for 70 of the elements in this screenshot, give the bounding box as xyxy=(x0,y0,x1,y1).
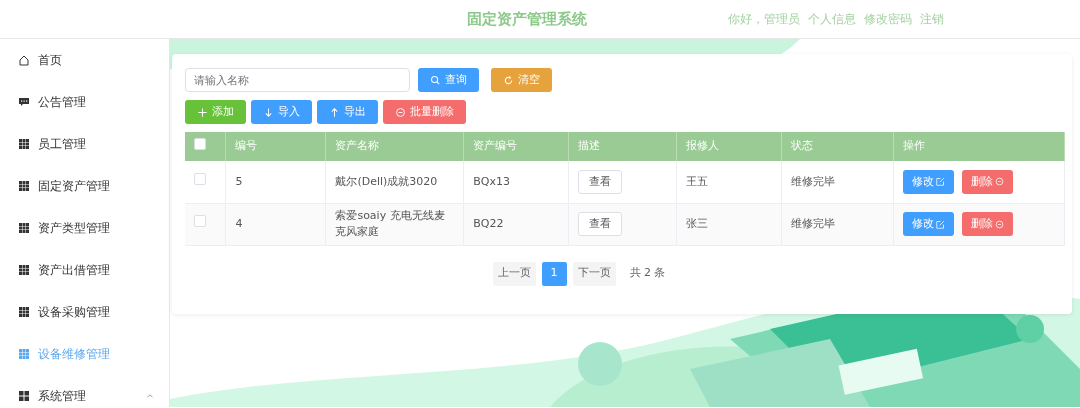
column-header: 操作 xyxy=(903,139,926,153)
sidebar-item[interactable]: 设备采购管理 xyxy=(0,291,169,333)
plus-icon xyxy=(197,106,208,118)
table-cell: 张三 xyxy=(686,216,709,230)
table-cell: BQ22 xyxy=(473,216,504,230)
sidebar-item[interactable]: 首页 xyxy=(0,39,169,81)
sidebar-item[interactable]: 固定资产管理 xyxy=(0,165,169,207)
edit-button[interactable]: 修改 xyxy=(903,212,955,236)
header-link[interactable]: 修改密码 xyxy=(864,10,912,28)
grid-icon xyxy=(18,348,30,360)
grid-icon xyxy=(18,222,30,234)
table-cell: 维修完毕 xyxy=(791,174,836,188)
sidebar-item[interactable]: 资产类型管理 xyxy=(0,207,169,249)
column-header: 资产编号 xyxy=(473,139,518,153)
delete-button[interactable]: 批量删除 xyxy=(383,100,466,124)
column-header: 报修人 xyxy=(686,139,720,153)
delete-button[interactable]: 删除 xyxy=(962,212,1014,236)
minus-circle-icon xyxy=(995,219,1005,229)
app-title: 固定资产管理系统 xyxy=(467,8,587,30)
add-button[interactable]: 添加 xyxy=(185,100,246,124)
clear-button[interactable]: 清空 xyxy=(491,68,552,92)
grid-icon xyxy=(18,306,30,318)
header-link[interactable]: 注销 xyxy=(920,10,944,28)
header-link[interactable]: 个人信息 xyxy=(808,10,856,28)
apps-icon xyxy=(18,390,30,402)
table-cell: 索爱soaiy 充电无线麦克风家庭 xyxy=(335,208,445,238)
view-button[interactable]: 查看 xyxy=(578,211,623,237)
column-header: 描述 xyxy=(578,139,601,153)
table-cell: 维修完毕 xyxy=(791,216,836,230)
view-button[interactable]: 查看 xyxy=(578,169,623,194)
previous-page-button[interactable]: 上一页 xyxy=(492,261,536,286)
checkbox[interactable] xyxy=(194,173,206,185)
grid-icon xyxy=(18,138,30,150)
table-cell: 4 xyxy=(235,216,243,230)
checkbox[interactable] xyxy=(194,215,206,228)
page-button[interactable]: 1 xyxy=(541,261,567,286)
edit-icon xyxy=(936,219,946,229)
column-header: 状态 xyxy=(791,139,814,153)
sidebar-item[interactable]: 系统管理 xyxy=(0,375,169,408)
import-button[interactable]: 导入 xyxy=(251,100,312,124)
refresh-icon xyxy=(503,74,514,86)
home-icon xyxy=(18,54,30,66)
grid-icon xyxy=(18,180,30,192)
sidebar-item[interactable]: 公告管理 xyxy=(0,81,169,123)
total-count: 共 2 条 xyxy=(629,265,666,282)
table-cell: 5 xyxy=(235,174,243,188)
column-header: 编号 xyxy=(235,139,258,153)
minus-circle-icon xyxy=(995,177,1005,187)
delete-button[interactable]: 删除 xyxy=(962,169,1014,194)
search-button[interactable]: 查询 xyxy=(418,68,479,92)
sidebar-item[interactable]: 员工管理 xyxy=(0,123,169,165)
grid-icon xyxy=(18,264,30,276)
arrow-down-icon xyxy=(263,106,274,118)
edit-button[interactable]: 修改 xyxy=(903,169,955,194)
search-icon xyxy=(430,74,441,86)
checkbox[interactable] xyxy=(194,137,206,150)
minus-circle-icon xyxy=(395,106,406,118)
arrow-up-icon xyxy=(329,106,340,118)
search-field[interactable]: 请输入名称 xyxy=(185,68,410,92)
message-icon xyxy=(18,96,30,108)
next-page-button[interactable]: 下一页 xyxy=(572,261,616,286)
sidebar-item[interactable]: 设备维修管理 xyxy=(0,333,169,375)
greeting-text: 你好，管理员 xyxy=(728,11,800,28)
column-header: 资产名称 xyxy=(335,139,380,153)
table-cell: BQx13 xyxy=(473,174,511,188)
sidebar-item[interactable]: 资产出借管理 xyxy=(0,249,169,291)
export-button[interactable]: 导出 xyxy=(317,100,378,124)
edit-icon xyxy=(936,177,946,187)
table-cell: 戴尔(Dell)成就3020 xyxy=(335,174,438,188)
table-cell: 王五 xyxy=(686,174,709,188)
